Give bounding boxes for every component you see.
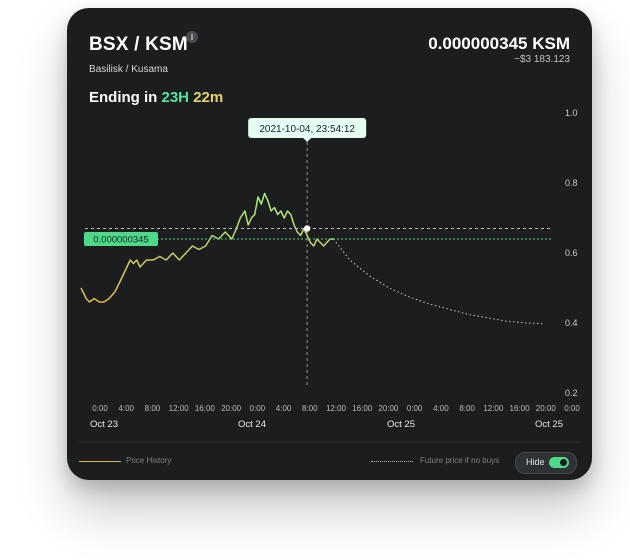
- x-tick-label: 12:00: [326, 404, 347, 413]
- legend-future-price: Future price if no buys: [420, 456, 500, 465]
- x-tick-label: 8:00: [302, 404, 318, 413]
- y-tick-label: 0.8: [565, 178, 578, 188]
- x-tick-label: 0:00: [407, 404, 423, 413]
- x-date-label: Oct 24: [238, 419, 266, 430]
- x-tick-label: 12:00: [483, 404, 504, 413]
- future-price-swatch: [371, 461, 413, 462]
- x-tick-label: 16:00: [352, 404, 373, 413]
- x-tick-label: 0:00: [564, 404, 580, 413]
- toggle-knob: [560, 459, 567, 466]
- price-history-swatch: [79, 461, 121, 462]
- future-price-line: [333, 238, 544, 325]
- y-tick-label: 0.2: [565, 388, 578, 398]
- x-date-label: Oct 25: [387, 419, 415, 430]
- x-tick-label: 8:00: [459, 404, 475, 413]
- x-tick-label: 4:00: [433, 404, 449, 413]
- x-tick-label: 8:00: [145, 404, 161, 413]
- x-tick-label: 16:00: [510, 404, 531, 413]
- price-history-line: [80, 192, 334, 303]
- x-tick-label: 4:00: [276, 404, 292, 413]
- toggle-switch[interactable]: [549, 457, 569, 468]
- hide-toggle-button[interactable]: Hide: [515, 452, 577, 474]
- y-tick-label: 1.0: [565, 108, 578, 118]
- hover-point: [303, 225, 311, 232]
- hide-label: Hide: [526, 457, 545, 467]
- x-tick-label: 4:00: [118, 404, 134, 413]
- y-tick-label: 0.4: [565, 318, 578, 328]
- x-tick-label: 16:00: [195, 404, 216, 413]
- x-date-label: Oct 25: [535, 419, 563, 430]
- legend-price-history: Price History: [126, 456, 172, 465]
- x-tick-label: 20:00: [536, 404, 557, 413]
- chart-legend: Price History Future price if no buys Hi…: [67, 446, 592, 476]
- price-chart[interactable]: 2021-10-04, 23:54:12 0.000000345 1.0 0.8 0.…: [67, 8, 592, 480]
- tooltip-text: 2021-10-04, 23:54:12: [259, 124, 355, 135]
- x-date-label: Oct 23: [90, 419, 118, 430]
- current-price-label: 0.000000345: [93, 235, 148, 246]
- x-tick-label: 0:00: [92, 404, 108, 413]
- x-tick-label: 20:00: [378, 404, 399, 413]
- x-tick-label: 20:00: [221, 404, 242, 413]
- x-tick-label: 12:00: [169, 404, 190, 413]
- tooltip-pointer: [303, 138, 312, 142]
- pool-card: BSX / KSM i Basilisk / Kusama 0.00000034…: [67, 8, 592, 480]
- y-tick-label: 0.6: [565, 248, 578, 258]
- x-tick-label: 0:00: [250, 404, 266, 413]
